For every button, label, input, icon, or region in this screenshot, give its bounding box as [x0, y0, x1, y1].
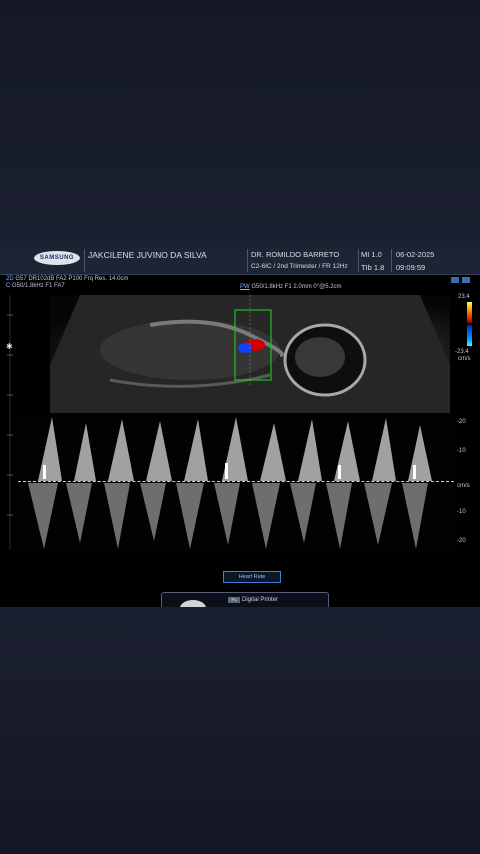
patient-name: JAKCILENE JUVINO DA SILVA [88, 250, 207, 260]
color-scale-unit: cm/s [458, 356, 471, 362]
focus-marker-icon: ✱ [6, 342, 13, 351]
divider [84, 249, 85, 272]
doppler-baseline [18, 481, 454, 482]
doppler-scale-t2: -10 [457, 448, 466, 454]
depth-ruler [7, 295, 13, 550]
doppler-scale-unit: cm/s [457, 483, 470, 489]
screen-icon [451, 277, 459, 283]
mode-params-line2: C G50/1.8kHz F1 FA7 [6, 283, 65, 289]
tib-index: TIb 1.8 [361, 263, 385, 272]
pw-params: PW G50/1.8kHz F1 2.0mm 0°@5.2cm [240, 284, 342, 290]
printer-label: Digital Printer [242, 597, 279, 603]
header-bar: SAMSUNG JAKCILENE JUVINO DA SILVA DR. RO… [0, 247, 480, 275]
color-velocity-bar [467, 302, 472, 346]
bottom-background [0, 607, 480, 854]
heart-rate-button[interactable]: Heart Rate [223, 571, 281, 583]
ultrasound-screen: SAMSUNG JAKCILENE JUVINO DA SILVA DR. RO… [0, 247, 480, 607]
screen-icon [462, 277, 470, 283]
mode-params-line1: 2D G57 DR102dB FA2 P100 Frq Res. 14.0cm [6, 276, 129, 282]
exam-time: 09:09:59 [396, 263, 426, 272]
digital-printer-panel[interactable]: P1 Digital Printer [161, 592, 329, 607]
doppler-waveform [28, 417, 432, 549]
top-background [0, 0, 480, 247]
doppler-scale-b2: -20 [457, 538, 466, 544]
doppler-scale-t1: -20 [457, 419, 466, 425]
doppler-spectrum [18, 413, 454, 553]
exam-date: 06-02-2025 [396, 250, 435, 259]
divider [391, 249, 392, 272]
printer-badge: P1 [228, 597, 240, 603]
printer-dial-icon [180, 600, 206, 607]
divider [247, 249, 248, 272]
probe-preset: C2-6IC / 2nd Trimester / FR 12Hz [251, 263, 348, 270]
divider [358, 249, 359, 272]
doppler-scale-b1: -10 [457, 509, 466, 515]
color-scale-bottom: -23.4 [455, 349, 469, 355]
mi-index: MI 1.0 [361, 250, 382, 259]
color-scale-top: 23.4 [458, 294, 470, 300]
bmode-image [50, 295, 450, 413]
fetus-image [50, 295, 450, 413]
doctor-name: DR. ROMILDO BARRETO [251, 250, 340, 259]
samsung-logo: SAMSUNG [34, 251, 80, 265]
